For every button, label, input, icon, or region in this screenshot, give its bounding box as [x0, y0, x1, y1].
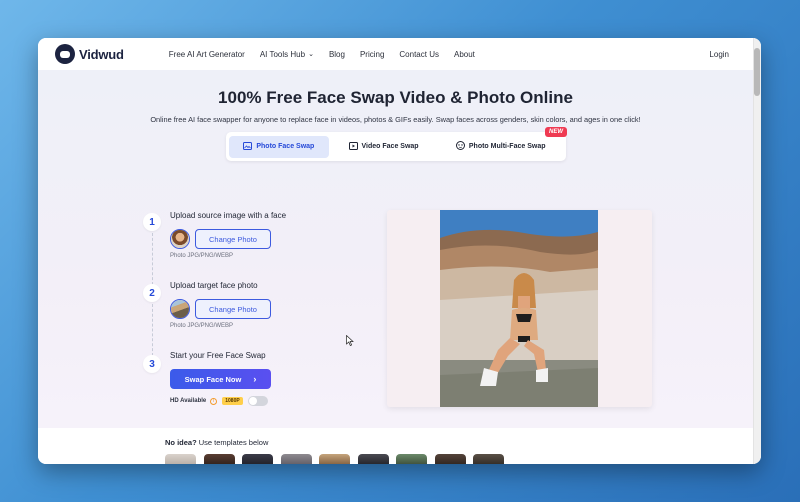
source-face-thumbnail — [170, 229, 190, 249]
preview-image — [440, 210, 598, 407]
step-3-title: Start your Free Face Swap — [170, 351, 266, 360]
nav-item-about[interactable]: About — [454, 50, 475, 59]
step-connector — [152, 233, 153, 285]
site-header: Vidwud Free AI Art Generator AI Tools Hu… — [38, 38, 753, 70]
page-scrollbar[interactable] — [753, 38, 761, 464]
hd-toggle[interactable] — [247, 396, 268, 406]
template-thumbnail[interactable] — [203, 454, 235, 464]
nav-item-tools-hub[interactable]: AI Tools Hub ⌄ — [260, 50, 314, 59]
templates-heading-text: Use templates below — [196, 438, 269, 447]
template-thumbnail[interactable] — [473, 454, 504, 464]
scrollbar-thumb[interactable] — [754, 48, 760, 96]
template-thumbnail[interactable] — [280, 454, 312, 464]
templates-section: No idea? Use templates below — [38, 428, 753, 464]
nav-item-art-generator[interactable]: Free AI Art Generator — [169, 50, 245, 59]
step-2-format-hint: Photo JPG/PNG/WEBP — [170, 323, 234, 329]
step-3-number: 3 — [143, 355, 161, 373]
tab-multi-label: Photo Multi-Face Swap — [468, 143, 546, 150]
mouse-cursor-icon — [346, 334, 354, 349]
image-icon — [243, 141, 253, 152]
template-list — [165, 454, 512, 464]
tab-video-label: Video Face Swap — [361, 143, 419, 150]
hd-available-label: HD Available — [170, 398, 207, 404]
chevron-right-icon: › — [253, 374, 257, 384]
hd-row: HD Available i 1080P — [170, 396, 268, 406]
template-thumbnail[interactable] — [434, 454, 466, 464]
nav-item-contact[interactable]: Contact Us — [399, 50, 439, 59]
page-subtitle: Online free AI face swapper for anyone t… — [150, 115, 641, 124]
logo-text: Vidwud — [79, 46, 124, 62]
step-2-number: 2 — [143, 284, 161, 302]
swap-face-now-label: Swap Face Now — [184, 374, 242, 384]
change-target-photo-button[interactable]: Change Photo — [195, 299, 271, 319]
template-thumbnail[interactable] — [319, 454, 350, 464]
preview-card — [387, 210, 652, 407]
hero-section: 100% Free Face Swap Video & Photo Online… — [38, 70, 753, 428]
tab-photo-face-swap[interactable]: Photo Face Swap — [229, 135, 329, 158]
login-link[interactable]: Login — [709, 50, 729, 59]
robot-logo-icon — [55, 44, 75, 64]
tab-video-face-swap[interactable]: Video Face Swap — [329, 136, 439, 158]
change-source-photo-button[interactable]: Change Photo — [195, 229, 271, 249]
nav-item-blog[interactable]: Blog — [329, 50, 345, 59]
step-1-number: 1 — [143, 213, 161, 231]
logo[interactable]: Vidwud — [55, 44, 124, 64]
multi-face-icon — [455, 141, 465, 152]
step-1-title: Upload source image with a face — [170, 211, 287, 220]
mode-tabs: Photo Face Swap Video Face Swap Photo Mu… — [226, 132, 566, 161]
templates-heading-prefix: No idea? — [165, 438, 197, 447]
tab-photo-label: Photo Face Swap — [256, 143, 315, 150]
main-nav: Free AI Art Generator AI Tools Hub ⌄ Blo… — [169, 50, 490, 59]
target-face-thumbnail — [170, 299, 190, 319]
step-connector — [152, 304, 153, 356]
browser-window: Vidwud Free AI Art Generator AI Tools Hu… — [38, 38, 761, 464]
resolution-badge: 1080P — [222, 397, 243, 405]
tab-multi-face-swap[interactable]: Photo Multi-Face Swap — [438, 136, 563, 158]
step-2-title: Upload target face photo — [170, 281, 258, 290]
page-title: 100% Free Face Swap Video & Photo Online — [218, 88, 573, 107]
chevron-down-icon: ⌄ — [308, 51, 314, 58]
nav-item-pricing[interactable]: Pricing — [360, 50, 384, 59]
step-1-format-hint: Photo JPG/PNG/WEBP — [170, 253, 234, 259]
nav-item-tools-hub-label: AI Tools Hub — [259, 49, 306, 59]
new-badge: NEW — [545, 127, 567, 137]
template-thumbnail[interactable] — [357, 454, 389, 464]
templates-heading: No idea? Use templates below — [165, 438, 268, 447]
template-thumbnail[interactable] — [242, 454, 273, 464]
template-thumbnail[interactable] — [396, 454, 427, 464]
swap-face-now-button[interactable]: Swap Face Now › — [170, 369, 271, 389]
info-icon[interactable]: i — [210, 397, 218, 405]
template-thumbnail[interactable] — [165, 454, 196, 464]
video-play-icon — [348, 141, 358, 152]
